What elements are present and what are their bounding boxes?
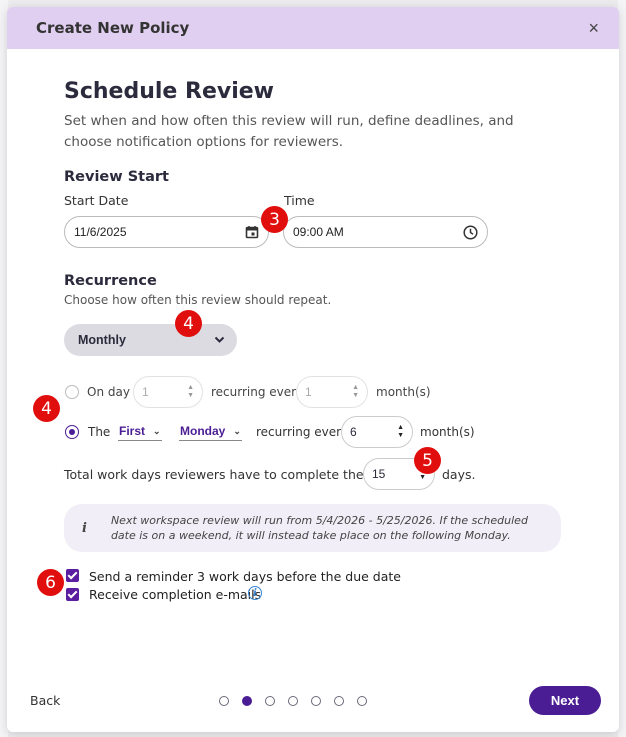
background-page-right bbox=[618, 0, 626, 737]
workdays-unit: days. bbox=[442, 467, 476, 482]
radio-on-day[interactable] bbox=[65, 385, 79, 399]
review-start-title: Review Start bbox=[64, 169, 169, 185]
chevron-down-icon bbox=[214, 333, 225, 347]
step-dot-2[interactable] bbox=[242, 696, 252, 706]
weekday-value: Monday bbox=[180, 424, 226, 438]
annotation-badge: 4 bbox=[175, 310, 202, 337]
step-dot-3[interactable] bbox=[265, 696, 275, 706]
annotation-badge: 5 bbox=[414, 447, 441, 474]
recurrence-subtitle: Choose how often this review should repe… bbox=[64, 293, 332, 307]
on-day-recurring-text: recurring every bbox=[211, 385, 304, 399]
annotation-badge: 6 bbox=[37, 569, 64, 596]
on-day-every-input[interactable]: 1 ▲ ▼ bbox=[296, 376, 368, 408]
reminder-checkbox[interactable] bbox=[66, 569, 79, 582]
stepper-icon[interactable]: ▲▼ bbox=[187, 384, 194, 400]
time-value: 09:00 AM bbox=[293, 225, 344, 239]
start-date-field[interactable]: 11/6/2025 bbox=[64, 216, 269, 248]
the-unit: month(s) bbox=[420, 425, 475, 439]
the-every-value: 6 bbox=[350, 425, 357, 439]
the-every-input[interactable]: 6 ▲ ▼ bbox=[341, 416, 413, 448]
clock-icon[interactable] bbox=[463, 224, 478, 240]
step-dot-4[interactable] bbox=[288, 696, 298, 706]
frequency-value: Monthly bbox=[78, 333, 126, 347]
step-dot-7[interactable] bbox=[357, 696, 367, 706]
workdays-label: Total work days reviewers have to comple… bbox=[64, 467, 399, 482]
stepper-icon[interactable]: ▲▼ bbox=[352, 384, 359, 400]
modal-header: Create New Policy × bbox=[7, 7, 619, 49]
time-field[interactable]: 09:00 AM bbox=[283, 216, 488, 248]
workdays-value: 15 bbox=[372, 467, 386, 481]
completion-email-checkbox[interactable] bbox=[66, 588, 79, 601]
step-dot-1[interactable] bbox=[219, 696, 229, 706]
weekday-select[interactable]: Monday ⌄ bbox=[179, 424, 242, 441]
ordinal-value: First bbox=[119, 424, 146, 438]
on-day-value: 1 bbox=[142, 385, 149, 399]
on-day-input[interactable]: 1 ▲ ▼ bbox=[133, 376, 203, 408]
reminder-label: Send a reminder 3 work days before the d… bbox=[89, 569, 401, 584]
create-policy-modal: Create New Policy × Schedule Review Set … bbox=[7, 7, 619, 732]
info-icon: i bbox=[82, 520, 87, 536]
radio-the[interactable] bbox=[65, 425, 79, 439]
time-label: Time bbox=[284, 193, 315, 208]
start-date-value: 11/6/2025 bbox=[74, 225, 127, 239]
start-date-label: Start Date bbox=[64, 193, 129, 208]
on-day-unit: month(s) bbox=[376, 385, 431, 399]
frequency-select[interactable]: Monthly bbox=[64, 324, 237, 356]
annotation-badge: 3 bbox=[261, 206, 288, 233]
calendar-icon[interactable] bbox=[245, 225, 259, 239]
step-dot-6[interactable] bbox=[334, 696, 344, 706]
the-label: The bbox=[88, 425, 111, 439]
recurrence-title: Recurrence bbox=[64, 273, 157, 289]
page-description: Set when and how often this review will … bbox=[64, 113, 514, 150]
back-button[interactable]: Back bbox=[30, 693, 60, 708]
ordinal-select[interactable]: First ⌄ bbox=[118, 424, 162, 441]
info-help-icon[interactable]: i bbox=[248, 586, 262, 600]
step-dot-5[interactable] bbox=[311, 696, 321, 706]
chevron-down-icon: ⌄ bbox=[153, 425, 161, 436]
the-recurring-text: recurring every bbox=[256, 425, 349, 439]
modal-title: Create New Policy bbox=[36, 19, 190, 37]
info-text: Next workspace review will run from 5/4/… bbox=[110, 514, 528, 542]
on-day-label: On day bbox=[87, 385, 130, 399]
close-icon[interactable]: × bbox=[588, 18, 599, 39]
step-indicator bbox=[219, 696, 367, 706]
page-title: Schedule Review bbox=[64, 79, 274, 104]
next-button[interactable]: Next bbox=[529, 686, 601, 715]
annotation-badge: 4 bbox=[33, 395, 60, 422]
completion-email-label: Receive completion e-mails bbox=[89, 587, 262, 602]
chevron-down-icon: ⌄ bbox=[233, 425, 241, 436]
on-day-every-value: 1 bbox=[305, 385, 312, 399]
stepper-icon[interactable]: ▲▼ bbox=[397, 424, 404, 440]
info-box: i Next workspace review will run from 5/… bbox=[64, 504, 561, 552]
